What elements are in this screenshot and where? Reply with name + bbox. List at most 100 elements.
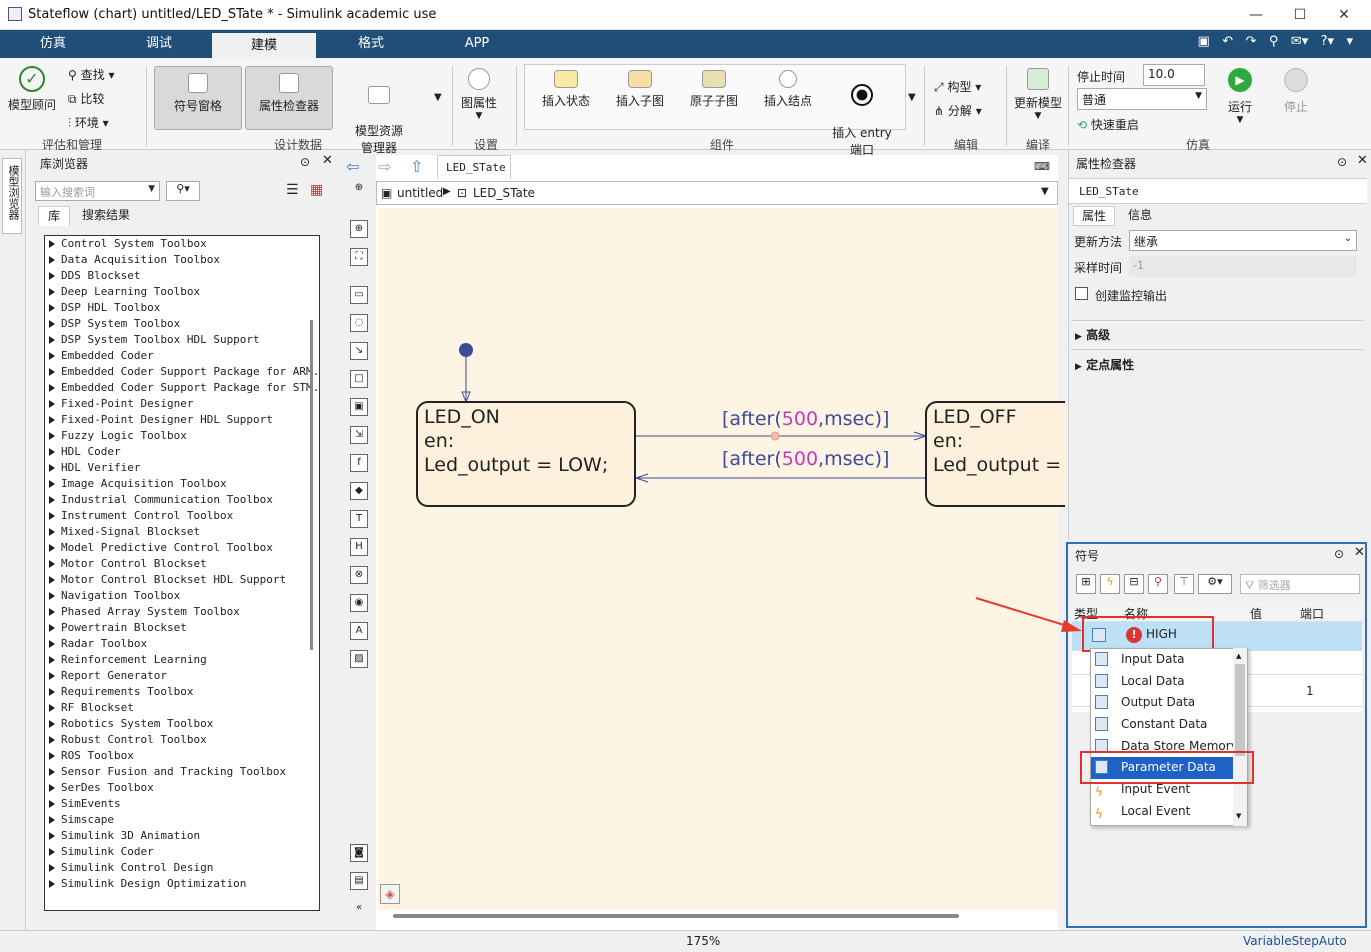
editor-tab[interactable]: LED_STate: [437, 155, 511, 179]
panel-menu-icon[interactable]: ⊙: [1337, 155, 1347, 169]
explorer-bar-icon[interactable]: ◈: [380, 884, 400, 904]
breadcrumb-root[interactable]: untitled: [397, 186, 443, 200]
library-tree-item[interactable]: Radar Toolbox: [45, 636, 319, 652]
advanced-section[interactable]: ▶ 高级: [1075, 326, 1110, 343]
minimize-icon[interactable]: —: [1244, 4, 1268, 26]
image-icon[interactable]: ▨: [350, 650, 368, 668]
library-tree-item[interactable]: DDS Blockset: [45, 268, 319, 284]
atomic-subchart-button[interactable]: 原子子图: [680, 70, 748, 109]
panel-menu-icon[interactable]: ⊙: [1334, 547, 1344, 561]
stop-time-input[interactable]: 10.0: [1143, 64, 1205, 86]
library-tree-item[interactable]: Motor Control Blockset HDL Support: [45, 572, 319, 588]
breadcrumb-chart[interactable]: LED_STate: [473, 186, 535, 200]
junction-tool-icon[interactable]: ◌: [350, 314, 368, 332]
redo-icon[interactable]: ↷: [1246, 34, 1257, 49]
library-tree-item[interactable]: Data Acquisition Toolbox: [45, 252, 319, 268]
library-tree-item[interactable]: SerDes Toolbox: [45, 780, 319, 796]
library-tree-item[interactable]: Embedded Coder Support Package for STM..…: [45, 380, 319, 396]
sample-time-input[interactable]: -1: [1129, 256, 1357, 277]
collapse-palette-icon[interactable]: «: [350, 900, 368, 918]
library-tree-item[interactable]: Fixed-Point Designer HDL Support: [45, 412, 319, 428]
zoom-in-icon[interactable]: ⊕: [350, 220, 368, 238]
chevron-down-icon[interactable]: ▼: [1041, 186, 1049, 197]
tab-search-results[interactable]: 搜索结果: [76, 206, 136, 226]
symbols-filter-input[interactable]: ⛛ 筛选器: [1240, 574, 1360, 594]
library-tree-item[interactable]: Simulink Control Design: [45, 860, 319, 876]
stop-button[interactable]: 停止: [1276, 68, 1316, 115]
hierarchy-icon[interactable]: ⊤: [1174, 574, 1194, 594]
resolve-undefined-icon[interactable]: ⚲: [1148, 574, 1168, 594]
simulink-function-icon[interactable]: ▣: [350, 398, 368, 416]
tab-simulation[interactable]: 仿真: [20, 30, 86, 58]
symbols-pane-button[interactable]: 符号窗格: [154, 66, 242, 130]
library-tree-item[interactable]: Simscape: [45, 812, 319, 828]
menu-item[interactable]: Output Data: [1091, 692, 1247, 714]
maximize-icon[interactable]: ☐: [1288, 4, 1312, 26]
panel-menu-icon[interactable]: ⊙: [300, 155, 310, 169]
tab-debug[interactable]: 调试: [126, 30, 192, 58]
col-value[interactable]: 值: [1250, 605, 1262, 622]
tab-library[interactable]: 库: [38, 206, 70, 226]
library-tree-item[interactable]: Fixed-Point Designer: [45, 396, 319, 412]
menu-item[interactable]: Input Data: [1091, 649, 1247, 671]
menu-item[interactable]: Constant Data: [1091, 714, 1247, 736]
library-tree-item[interactable]: Simulink Coder: [45, 844, 319, 860]
tab-properties[interactable]: 属性: [1073, 206, 1115, 226]
library-tree-item[interactable]: Motor Control Blockset: [45, 556, 319, 572]
add-message-icon[interactable]: ⊟: [1124, 574, 1144, 594]
truth-table-icon[interactable]: T: [350, 510, 368, 528]
construct-button[interactable]: ⤢ 构型 ▾: [934, 78, 981, 95]
up-icon[interactable]: ⇧: [410, 157, 423, 176]
box-tool-icon[interactable]: □: [350, 370, 368, 388]
tab-info[interactable]: 信息: [1119, 206, 1161, 226]
run-button[interactable]: ▶ 运行 ▼: [1220, 68, 1260, 125]
grid-view-icon[interactable]: ▦: [310, 182, 323, 198]
close-icon[interactable]: ✕: [1357, 153, 1368, 168]
library-tree-item[interactable]: DSP HDL Toolbox: [45, 300, 319, 316]
tab-apps[interactable]: APP: [444, 30, 510, 58]
compare-button[interactable]: ⧉ 比较: [68, 90, 104, 107]
back-icon[interactable]: ⇦: [346, 157, 359, 176]
library-tree-item[interactable]: SimEvents: [45, 796, 319, 812]
scroll-thumb[interactable]: [1235, 664, 1245, 756]
exit-junction-icon[interactable]: ⊗: [350, 566, 368, 584]
library-tree-item[interactable]: DSP System Toolbox: [45, 316, 319, 332]
update-model-button[interactable]: 更新模型 ▼: [1012, 68, 1064, 121]
settings-dropdown[interactable]: ⚙▾: [1198, 574, 1232, 594]
library-tree-item[interactable]: Industrial Communication Toolbox: [45, 492, 319, 508]
hide-palette-icon[interactable]: ⊕: [350, 180, 368, 198]
keyboard-icon[interactable]: ⌨: [1034, 160, 1050, 173]
library-tree-item[interactable]: Sensor Fusion and Tracking Toolbox: [45, 764, 319, 780]
forward-icon[interactable]: ⇨: [378, 157, 391, 176]
chart-properties-button[interactable]: 图属性 ▼: [458, 68, 500, 121]
monitor-output-checkbox[interactable]: [1075, 287, 1088, 300]
save-icon[interactable]: ▣: [1198, 34, 1210, 49]
library-tree-item[interactable]: Fuzzy Logic Toolbox: [45, 428, 319, 444]
library-tree-item[interactable]: Image Acquisition Toolbox: [45, 476, 319, 492]
state-led-on[interactable]: LED_ON en: Led_output = LOW;: [416, 401, 636, 507]
insert-junction-button[interactable]: 插入结点: [754, 70, 822, 109]
search-icon[interactable]: ⚲: [1269, 34, 1279, 49]
find-button[interactable]: ⚲ 查找 ▾: [68, 66, 114, 83]
close-icon[interactable]: ✕: [1332, 4, 1356, 26]
model-advisor-button[interactable]: ✓ 模型顾问: [6, 66, 58, 113]
entry-port-icon[interactable]: ◉: [350, 594, 368, 612]
library-tree-item[interactable]: Powertrain Blockset: [45, 620, 319, 636]
col-port[interactable]: 端口: [1300, 605, 1324, 622]
insert-state-button[interactable]: 插入状态: [532, 70, 600, 109]
environment-button[interactable]: ⫶ 环境 ▾: [68, 114, 109, 131]
menu-item[interactable]: Local Data: [1091, 671, 1247, 693]
transition-label-off-to-on[interactable]: [after(500,msec)]: [722, 448, 889, 470]
property-inspector-button[interactable]: 属性检查器: [245, 66, 333, 130]
library-tree-item[interactable]: Robotics System Toolbox: [45, 716, 319, 732]
horizontal-scrollbar[interactable]: [393, 914, 959, 918]
undo-icon[interactable]: ↶: [1222, 34, 1233, 49]
annotation-icon[interactable]: A: [350, 622, 368, 640]
collapse-icon[interactable]: ▾: [1346, 34, 1353, 49]
state-tool-icon[interactable]: ▭: [350, 286, 368, 304]
graphical-function-icon[interactable]: ⇲: [350, 426, 368, 444]
state-led-off[interactable]: LED_OFF en: Led_output =: [925, 401, 1065, 507]
library-tree-item[interactable]: Requirements Toolbox: [45, 684, 319, 700]
library-tree-item[interactable]: Embedded Coder: [45, 348, 319, 364]
search-options-button[interactable]: ⚲▾: [166, 181, 200, 201]
